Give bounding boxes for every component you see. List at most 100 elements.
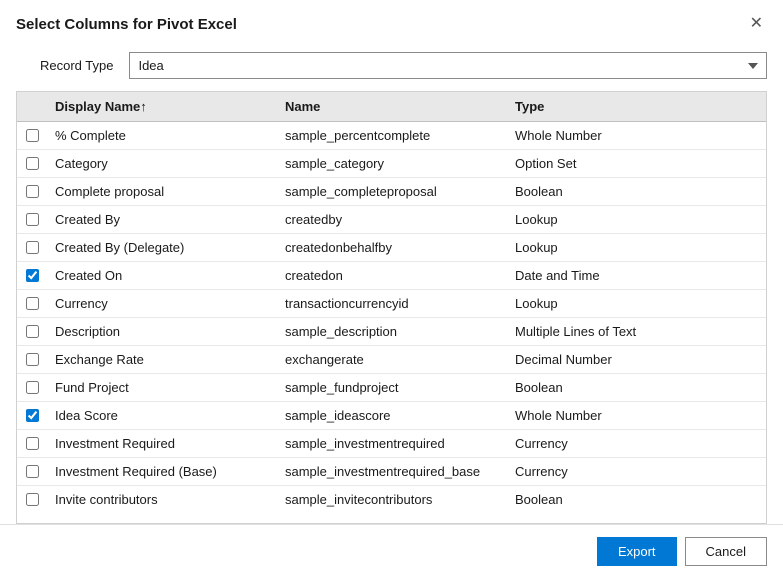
row-checkbox[interactable]	[26, 437, 39, 450]
dialog-titlebar: Select Columns for Pivot Excel ✕	[0, 0, 783, 44]
row-name: transactioncurrencyid	[277, 290, 507, 317]
row-checkbox[interactable]	[26, 409, 39, 422]
row-display-name: Created On	[47, 262, 277, 289]
row-checkbox[interactable]	[26, 241, 39, 254]
row-checkbox-cell[interactable]	[17, 319, 47, 344]
row-checkbox-cell[interactable]	[17, 487, 47, 512]
table-row: Investment Requiredsample_investmentrequ…	[17, 430, 766, 458]
row-checkbox[interactable]	[26, 325, 39, 338]
table-row: Invite contributorssample_invitecontribu…	[17, 486, 766, 512]
row-display-name: Investment Required (Base)	[47, 458, 277, 485]
row-type: Multiple Lines of Text	[507, 318, 766, 345]
cancel-button[interactable]: Cancel	[685, 537, 767, 566]
row-type: Boolean	[507, 486, 766, 512]
row-type: Boolean	[507, 178, 766, 205]
row-name: exchangerate	[277, 346, 507, 373]
row-type: Decimal Number	[507, 346, 766, 373]
row-checkbox-cell[interactable]	[17, 123, 47, 148]
row-checkbox-cell[interactable]	[17, 459, 47, 484]
row-checkbox-cell[interactable]	[17, 375, 47, 400]
row-checkbox-cell[interactable]	[17, 403, 47, 428]
row-display-name: Complete proposal	[47, 178, 277, 205]
row-name: createdonbehalfby	[277, 234, 507, 261]
row-checkbox[interactable]	[26, 353, 39, 366]
row-name: sample_completeproposal	[277, 178, 507, 205]
col-header-name: Name	[277, 92, 507, 121]
dialog-title: Select Columns for Pivot Excel	[16, 16, 237, 33]
record-type-select[interactable]: Idea	[129, 52, 767, 79]
row-checkbox-cell[interactable]	[17, 347, 47, 372]
row-type: Currency	[507, 430, 766, 457]
row-checkbox-cell[interactable]	[17, 291, 47, 316]
row-checkbox[interactable]	[26, 493, 39, 506]
row-display-name: Exchange Rate	[47, 346, 277, 373]
table-container: Display Name↑ Name Type % Completesample…	[16, 91, 767, 524]
row-name: createdby	[277, 206, 507, 233]
table-body: % Completesample_percentcompleteWhole Nu…	[17, 122, 766, 512]
row-type: Lookup	[507, 206, 766, 233]
row-checkbox[interactable]	[26, 297, 39, 310]
row-checkbox[interactable]	[26, 129, 39, 142]
row-name: sample_ideascore	[277, 402, 507, 429]
row-checkbox-cell[interactable]	[17, 235, 47, 260]
row-type: Currency	[507, 458, 766, 485]
col-header-type: Type	[507, 92, 766, 121]
dialog-footer: Export Cancel	[0, 524, 783, 578]
table-row: Created BycreatedbyLookup	[17, 206, 766, 234]
row-display-name: Investment Required	[47, 430, 277, 457]
table-row: Complete proposalsample_completeproposal…	[17, 178, 766, 206]
row-checkbox[interactable]	[26, 269, 39, 282]
close-button[interactable]: ✕	[746, 14, 767, 34]
row-type: Whole Number	[507, 402, 766, 429]
table-header: Display Name↑ Name Type	[17, 92, 766, 122]
table-row: Idea Scoresample_ideascoreWhole Number	[17, 402, 766, 430]
col-header-display-name: Display Name↑	[47, 92, 277, 121]
table-row: % Completesample_percentcompleteWhole Nu…	[17, 122, 766, 150]
table-row: Investment Required (Base)sample_investm…	[17, 458, 766, 486]
col-header-checkbox	[17, 92, 47, 121]
row-checkbox-cell[interactable]	[17, 263, 47, 288]
row-checkbox[interactable]	[26, 213, 39, 226]
row-name: sample_category	[277, 150, 507, 177]
row-checkbox-cell[interactable]	[17, 179, 47, 204]
row-display-name: Fund Project	[47, 374, 277, 401]
row-name: sample_investmentrequired	[277, 430, 507, 457]
table-row: Descriptionsample_descriptionMultiple Li…	[17, 318, 766, 346]
row-type: Lookup	[507, 234, 766, 261]
table-row: Created By (Delegate)createdonbehalfbyLo…	[17, 234, 766, 262]
row-checkbox[interactable]	[26, 185, 39, 198]
row-type: Boolean	[507, 374, 766, 401]
row-checkbox[interactable]	[26, 381, 39, 394]
row-display-name: Created By (Delegate)	[47, 234, 277, 261]
row-name: sample_invitecontributors	[277, 486, 507, 512]
row-display-name: % Complete	[47, 122, 277, 149]
row-name: sample_percentcomplete	[277, 122, 507, 149]
row-display-name: Idea Score	[47, 402, 277, 429]
row-display-name: Created By	[47, 206, 277, 233]
row-display-name: Currency	[47, 290, 277, 317]
row-type: Option Set	[507, 150, 766, 177]
row-name: sample_description	[277, 318, 507, 345]
table-row: Categorysample_categoryOption Set	[17, 150, 766, 178]
row-name: sample_fundproject	[277, 374, 507, 401]
row-display-name: Description	[47, 318, 277, 345]
row-checkbox[interactable]	[26, 465, 39, 478]
row-name: createdon	[277, 262, 507, 289]
record-type-label: Record Type	[40, 58, 113, 73]
row-type: Lookup	[507, 290, 766, 317]
record-type-row: Record Type Idea	[0, 44, 783, 91]
row-checkbox-cell[interactable]	[17, 151, 47, 176]
row-type: Date and Time	[507, 262, 766, 289]
row-name: sample_investmentrequired_base	[277, 458, 507, 485]
table-row: Created OncreatedonDate and Time	[17, 262, 766, 290]
row-display-name: Category	[47, 150, 277, 177]
table-row: CurrencytransactioncurrencyidLookup	[17, 290, 766, 318]
table-row: Exchange RateexchangerateDecimal Number	[17, 346, 766, 374]
row-display-name: Invite contributors	[47, 486, 277, 512]
row-checkbox-cell[interactable]	[17, 207, 47, 232]
export-button[interactable]: Export	[597, 537, 677, 566]
row-checkbox[interactable]	[26, 157, 39, 170]
row-type: Whole Number	[507, 122, 766, 149]
table-row: Fund Projectsample_fundprojectBoolean	[17, 374, 766, 402]
row-checkbox-cell[interactable]	[17, 431, 47, 456]
